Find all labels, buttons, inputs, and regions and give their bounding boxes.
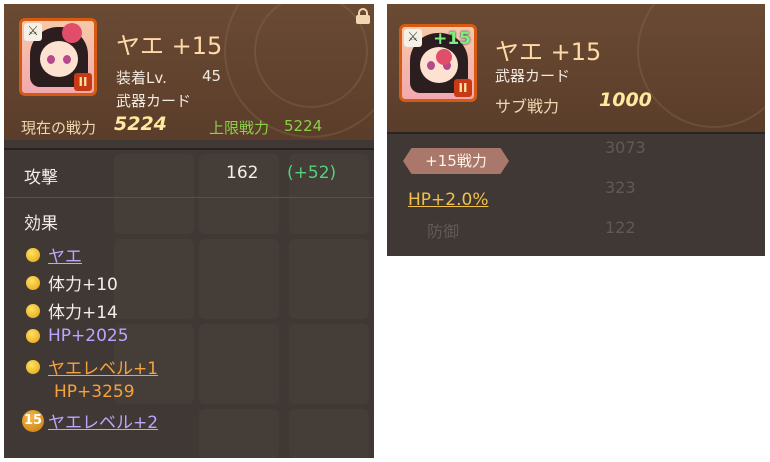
effect-text: 体力+14 [48,303,118,323]
effect-item: HP+3259 [54,382,135,402]
card-header: ⚔ II ヤエ +15 装着Lv. 45 武器カード 現在の戦力 5224 上限… [4,4,374,140]
sub-power-value: 1000 [599,89,652,111]
portrait-eye [47,55,55,64]
background-text: 防御 [427,222,460,241]
background-card-tile [289,409,369,458]
sword-icon: ⚔ [404,29,422,47]
card-type: 武器カード [116,92,192,110]
background-text: 323 [605,178,636,197]
background-card-tile [199,239,279,319]
effect-item: HP+2025 [26,326,129,346]
current-power-value: 5224 [114,113,167,135]
limit-power-label: 上限戦力 [209,119,270,137]
attack-value: 162 [226,163,259,183]
effect-text[interactable]: ヤエレベル+1 [48,354,158,379]
flower-icon [62,23,82,43]
effect-item[interactable]: ヤエ [26,242,82,267]
card-title: ヤエ +15 [495,38,602,66]
effect-text[interactable]: ヤエレベル+2 [48,408,158,433]
coin-icon [26,303,40,318]
enhance-level: +15 [433,29,471,49]
attack-label: 攻撃 [24,168,58,188]
rank-badge: II [74,73,92,91]
card-detail-panel: ⚔ II ヤエ +15 装着Lv. 45 武器カード 現在の戦力 5224 上限… [4,4,374,458]
portrait-eye [63,55,71,64]
divider [4,148,374,150]
effect-item: 体力+10 [26,270,118,295]
level-badge: 15 [22,409,44,432]
coin-icon [26,275,40,290]
effect-item[interactable]: ヤエレベル+1 [26,354,158,379]
divider [387,132,765,134]
card-portrait[interactable]: ⚔ +15 II [399,24,477,102]
effect-item[interactable]: 15 ヤエレベル+2 [22,408,158,433]
coin-icon [26,359,40,374]
background-card-tile [289,239,369,319]
effect-text: 体力+10 [48,275,118,295]
current-power-label: 現在の戦力 [21,119,97,137]
background-text: 122 [605,218,636,237]
bonus-effect[interactable]: HP+2.0% [408,190,488,210]
equip-level-value: 45 [202,67,222,85]
portrait-face [40,41,78,77]
effects-title: 効果 [24,214,58,234]
magic-circle-decoration [637,4,765,128]
background-card-tile [114,154,194,234]
effect-text[interactable]: ヤエ [48,242,82,267]
card-portrait[interactable]: ⚔ II [19,18,97,96]
flower-icon [436,49,452,65]
card-type: 武器カード [495,67,571,85]
effect-text: HP+2025 [48,326,129,346]
equip-level-label: 装着Lv. [116,69,167,87]
divider [4,197,374,198]
effect-item: 体力+14 [26,298,118,323]
card-title: ヤエ +15 [116,32,223,60]
coin-icon [26,247,40,262]
card-header: ⚔ +15 II ヤエ +15 武器カード サブ戦力 1000 [387,4,765,132]
lock-icon[interactable] [356,8,370,24]
sub-card-panel: ⚔ +15 II ヤエ +15 武器カード サブ戦力 1000 3073 323… [387,4,765,256]
effect-text: HP+3259 [54,382,135,402]
background-card-tile [289,324,369,404]
portrait-eye [427,61,435,70]
coin-icon [26,329,40,343]
background-text: 3073 [605,138,646,157]
attack-bonus: (+52) [287,163,337,183]
sword-icon: ⚔ [24,23,42,41]
sub-power-label: サブ戦力 [495,97,560,116]
rank-badge: II [454,79,472,97]
background-card-tile [114,239,194,319]
background-card-tile [199,409,279,458]
limit-power-value: 5224 [284,117,323,135]
background-card-tile [199,324,279,404]
power-tag: +15戦力 [403,148,509,174]
